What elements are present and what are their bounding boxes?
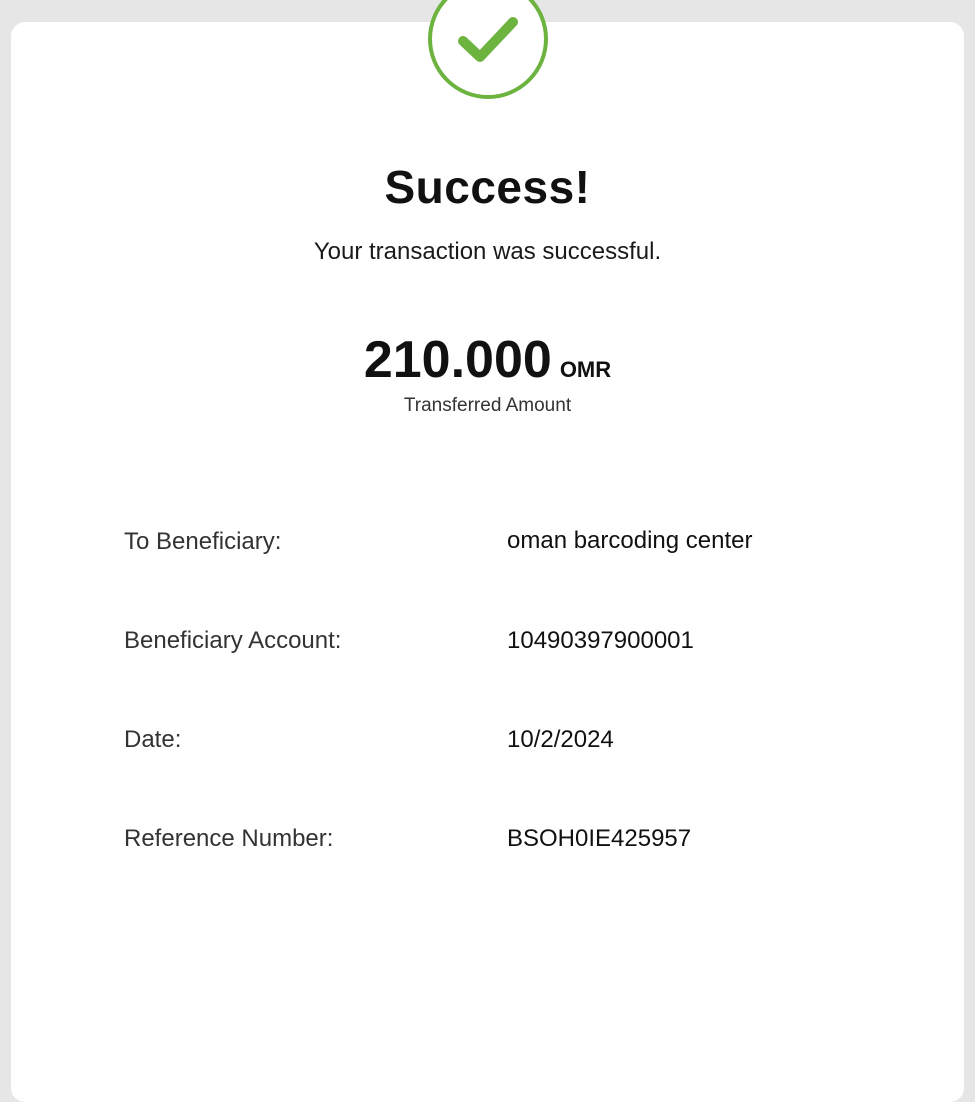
checkmark-icon [428,0,548,99]
reference-number-label: Reference Number: [124,825,334,852]
beneficiary-label: To Beneficiary: [124,528,282,555]
amount-value: 210.000 [363,331,552,389]
date-value: 10/2/2024 [507,726,614,753]
success-title: Success! [384,161,591,213]
beneficiary-value: oman barcoding center [507,527,753,554]
beneficiary-account-value: 10490397900001 [507,627,694,654]
beneficiary-account-label: Beneficiary Account: [124,627,342,654]
amount-caption: Transferred Amount [403,395,572,416]
success-icon-wrapper [427,0,549,100]
reference-number-value: BSOH0IE425957 [507,825,692,852]
amount-currency: OMR [559,357,612,382]
date-label: Date: [124,726,182,753]
transferred-amount: 210.000 OMR [0,330,975,390]
success-message: Your transaction was successful. [313,238,662,265]
